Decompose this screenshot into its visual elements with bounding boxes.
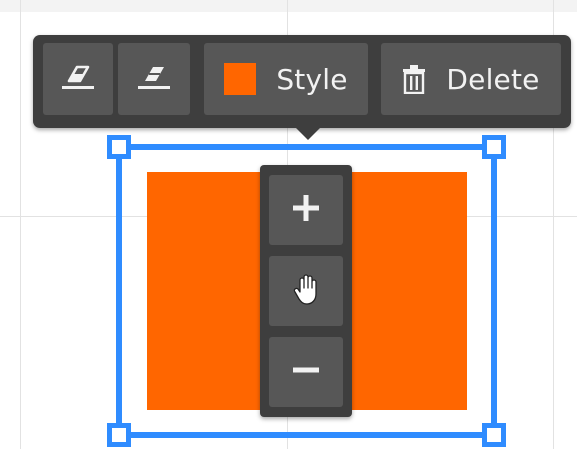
eraser-button[interactable] bbox=[43, 43, 113, 115]
hand-icon bbox=[291, 272, 321, 310]
pan-button[interactable] bbox=[269, 256, 343, 326]
trash-icon bbox=[402, 64, 426, 94]
resize-handle-bottom-left[interactable] bbox=[107, 423, 131, 447]
delete-label: Delete bbox=[446, 62, 540, 96]
zoom-out-button[interactable] bbox=[269, 337, 343, 407]
selection-border-left bbox=[116, 147, 122, 435]
canvas-top-edge bbox=[0, 0, 577, 12]
selection-border-top bbox=[119, 144, 494, 150]
style-button[interactable]: Style bbox=[204, 43, 368, 115]
resize-handle-top-right[interactable] bbox=[482, 135, 506, 159]
zoom-in-button[interactable] bbox=[269, 175, 343, 245]
selection-border-right bbox=[491, 147, 497, 435]
style-label: Style bbox=[276, 62, 348, 96]
plus-icon bbox=[291, 193, 321, 227]
zoom-control bbox=[260, 165, 352, 417]
style-color-swatch bbox=[224, 63, 257, 95]
resize-handle-bottom-right[interactable] bbox=[482, 423, 506, 447]
delete-button[interactable]: Delete bbox=[381, 43, 561, 115]
eraser-icon bbox=[61, 62, 95, 96]
resize-handle-top-left[interactable] bbox=[107, 135, 131, 159]
eraser-fill-button[interactable] bbox=[118, 43, 190, 115]
shape-toolbar: Style Delete bbox=[33, 35, 571, 128]
eraser-filled-icon bbox=[137, 62, 171, 96]
toolbar-pointer bbox=[294, 126, 322, 140]
selection-border-bottom bbox=[119, 432, 494, 438]
grid-line-vertical bbox=[20, 0, 21, 449]
minus-icon bbox=[291, 355, 321, 389]
